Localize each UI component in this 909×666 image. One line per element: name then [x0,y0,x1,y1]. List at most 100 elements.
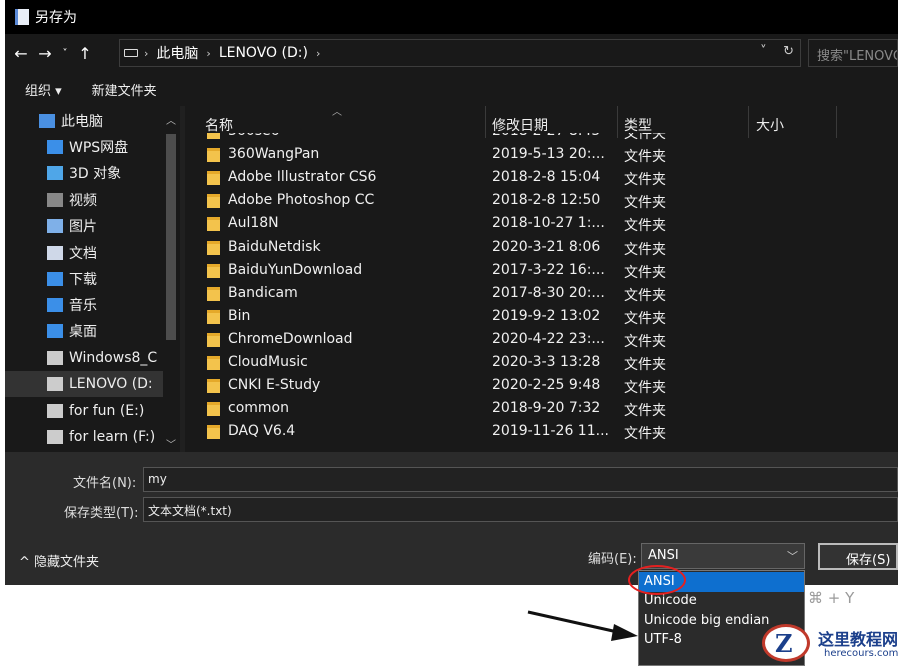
sidebar-item[interactable]: 文档 [5,240,163,266]
sidebar-item[interactable]: Windows8_C [5,345,163,371]
breadcrumb-drive-d[interactable]: LENOVO (D:) [219,45,308,61]
file-row[interactable]: 360WangPan 2019-5-13 20:... 文件夹 [185,143,898,166]
folder-icon [207,133,220,139]
shortcut-hint: ⌘ + Y [808,589,855,607]
watermark-url: herecours.com [824,648,899,659]
file-name: Aul18N [228,215,279,232]
folder-icon [207,379,220,394]
up-arrow-icon[interactable]: ↑ [73,44,97,63]
file-name: 360se6 [228,133,280,139]
sidebar-item[interactable]: WPS网盘 [5,134,163,160]
breadcrumb-separator-icon: › [144,46,149,60]
refresh-icon[interactable]: ↻ [783,44,794,59]
file-type: 文件夹 [624,172,666,189]
download-icon [47,272,63,286]
folder-icon [207,240,220,255]
sidebar-item[interactable]: 3D 对象 [5,160,163,186]
file-row[interactable]: ChromeDownload 2020-4-22 23:... 文件夹 [185,328,898,351]
title-bar: 另存为 [5,0,898,34]
sidebar-item[interactable]: 图片 [5,213,163,239]
sidebar-item[interactable]: LENOVO (D: [5,371,163,397]
sidebar-item[interactable]: for learn (F:) [5,424,163,450]
file-row[interactable]: CNKI E-Study 2020-2-25 9:48 文件夹 [185,374,898,397]
toolbar: 组织 ▾ 新建文件夹 [5,72,898,106]
file-type: 文件夹 [624,357,666,373]
drive-icon [47,404,63,418]
hide-folders-button[interactable]: ^ 隐藏文件夹 [19,551,99,570]
document-icon [47,246,63,260]
file-name: Bandicam [228,284,298,301]
file-row[interactable]: CloudMusic 2020-3-3 13:28 文件夹 [185,351,898,374]
scroll-down-icon[interactable]: ﹀ [166,436,176,451]
nav-scrollbar[interactable]: ︿ ﹀ [163,106,180,452]
address-row: ← → ˅ ↑ › 此电脑 › LENOVO (D:) › ˅ ↻ 搜索"LEN… [5,34,898,72]
breadcrumb-this-pc[interactable]: 此电脑 [156,43,198,63]
nav-scroll-thumb[interactable] [166,134,176,340]
folder-icon [207,356,220,370]
drive-icon [47,430,63,444]
video-icon [47,193,63,207]
search-input[interactable]: 搜索"LENOVO (D:)" [808,39,898,67]
file-row[interactable]: Adobe Photoshop CC 2018-2-8 12:50 文件夹 [185,189,898,212]
desktop-icon [47,324,63,338]
sidebar-item[interactable]: 下载 [5,266,163,292]
file-date: 2018-10-27 1:... [492,215,605,232]
sidebar-item[interactable]: 桌面 [5,318,163,344]
folder-icon [207,309,220,324]
sidebar-item[interactable]: 此电脑 [5,108,163,134]
folder-icon [207,171,220,186]
file-row[interactable]: BaiduYunDownload 2017-3-22 16:... 文件夹 [185,259,898,282]
file-row[interactable]: Bandicam 2017-8-30 20:... 文件夹 [185,282,898,305]
file-name: common [228,400,289,417]
file-date: 2018-9-20 7:32 [492,400,601,417]
cube-icon [47,166,63,180]
file-date: 2018-2-8 12:50 [492,192,601,209]
filename-input[interactable]: my [143,467,898,492]
file-date: 2020-2-25 9:48 [492,377,601,394]
file-row[interactable]: DAQ V6.4 2019-11-26 11... 文件夹 [185,420,898,443]
file-type: 文件夹 [624,195,666,212]
column-modified[interactable]: 修改日期 [492,115,548,135]
address-dropdown-chevron-icon[interactable]: ˅ [760,44,767,59]
folder-icon [207,194,220,209]
filetype-select[interactable]: 文本文档(*.txt) [143,497,898,522]
file-row[interactable]: Aul18N 2018-10-27 1:... 文件夹 [185,212,898,235]
new-folder-button[interactable]: 新建文件夹 [92,80,157,99]
file-type: 文件夹 [624,380,666,397]
recent-locations-chevron-icon[interactable]: ˅ [57,48,73,59]
file-row[interactable]: Bin 2019-9-2 13:02 文件夹 [185,305,898,328]
drive-icon [47,377,63,391]
file-date: 2018-2-8 15:04 [492,169,601,186]
address-bar[interactable]: › 此电脑 › LENOVO (D:) › ˅ ↻ [119,39,801,67]
sidebar-item-label: 视频 [69,193,97,209]
forward-arrow-icon[interactable]: → [33,44,57,63]
back-arrow-icon[interactable]: ← [9,44,33,63]
file-row[interactable]: Adobe Illustrator CS6 2018-2-8 15:04 文件夹 [185,166,898,189]
logo-icon: Z [762,624,810,662]
file-date: 2019-5-13 20:... [492,146,605,163]
folder-icon [207,263,220,278]
file-row[interactable]: BaiduNetdisk 2020-3-21 8:06 文件夹 [185,236,898,259]
file-row[interactable]: 360se6 2018-2-27 8:45 文件夹 [185,133,898,143]
sidebar-item[interactable]: for fun (E:) [5,398,163,424]
file-name: DAQ V6.4 [228,423,296,440]
organize-button[interactable]: 组织 ▾ [25,80,62,99]
file-date: 2019-11-26 11... [492,423,609,440]
window-title: 另存为 [35,10,77,26]
sidebar-item[interactable]: 视频 [5,187,163,213]
picture-icon [47,219,63,233]
file-date: 2017-3-22 16:... [492,261,605,278]
column-name[interactable]: 名称 [205,115,233,135]
file-row[interactable]: common 2018-9-20 7:32 文件夹 [185,397,898,420]
scroll-up-icon[interactable]: ︿ [166,112,176,127]
file-date: 2017-8-30 20:... [492,284,605,301]
sidebar-item-label: WPS网盘 [69,140,129,156]
sidebar-item-label: 文档 [69,246,97,262]
drive-icon [47,351,63,365]
column-type[interactable]: 类型 [624,115,652,135]
save-button[interactable]: 保存(S) [818,543,898,570]
sidebar-item[interactable]: 音乐 [5,292,163,318]
file-date: 2020-3-3 13:28 [492,354,601,370]
file-type: 文件夹 [624,287,666,304]
column-size[interactable]: 大小 [756,115,784,135]
